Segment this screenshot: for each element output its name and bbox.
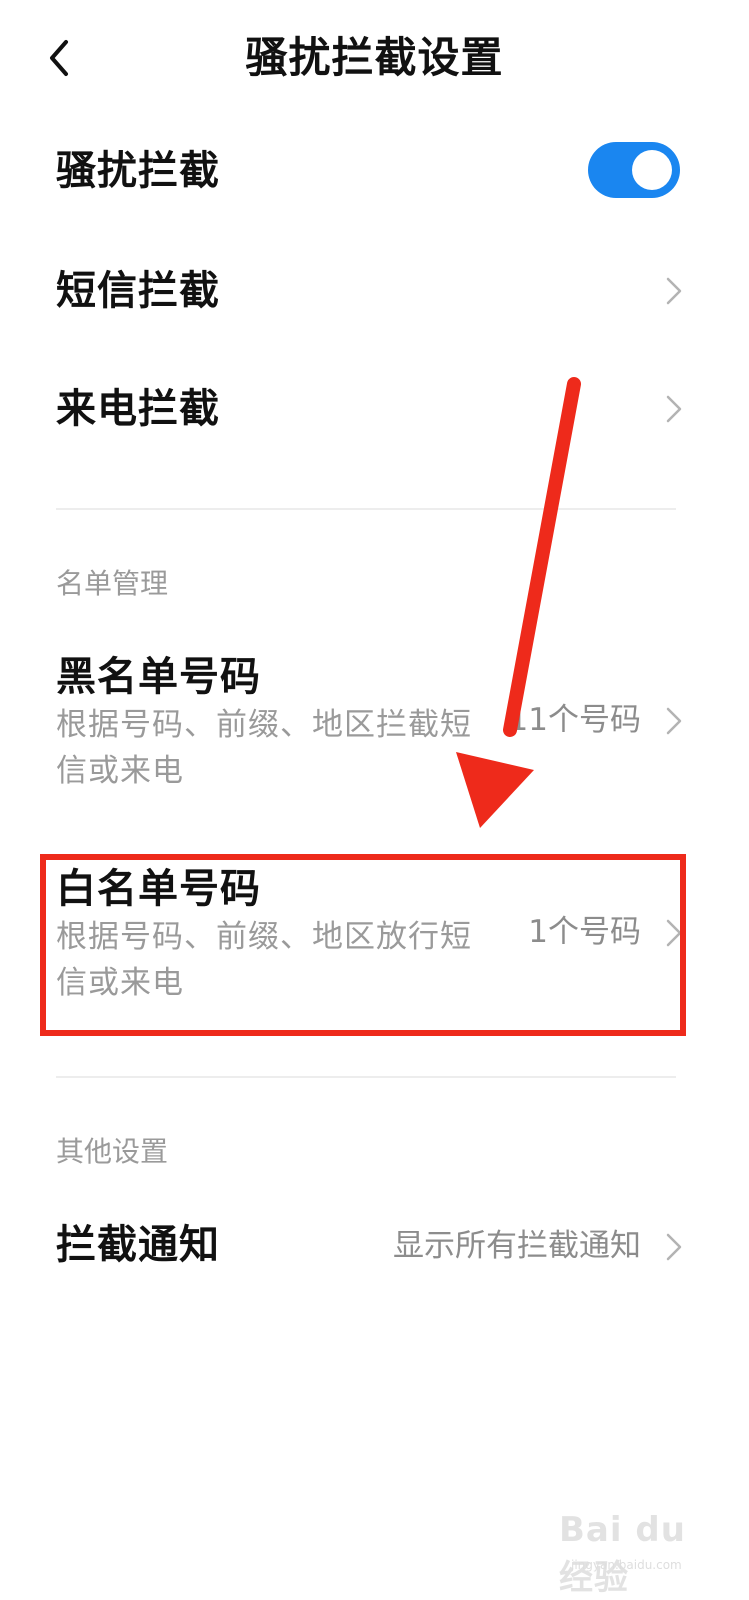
chevron-right-icon xyxy=(666,395,682,423)
baidu-watermark: Bai du 经验 jingyan.baidu.com xyxy=(559,1496,699,1598)
chevron-right-icon xyxy=(666,1233,682,1261)
section-divider xyxy=(56,1076,676,1078)
section-label-list-management: 名单管理 xyxy=(56,567,169,600)
watermark-text: Bai du 经验 xyxy=(559,1510,686,1598)
notification-row[interactable]: 拦截通知 显示所有拦截通知 xyxy=(0,1212,749,1282)
sms-block-label: 短信拦截 xyxy=(56,268,220,314)
section-label-other-settings: 其他设置 xyxy=(56,1135,169,1168)
chevron-right-icon xyxy=(666,919,682,947)
watermark-url: jingyan.baidu.com xyxy=(571,1558,682,1572)
blacklist-row[interactable]: 黑名单号码 根据号码、前缀、地区拦截短信或来电 11个号码 xyxy=(0,650,749,800)
call-block-label: 来电拦截 xyxy=(56,386,220,432)
interception-toggle[interactable] xyxy=(588,142,680,198)
header-bar: 骚扰拦截设置 xyxy=(0,0,749,120)
blacklist-count: 11个号码 xyxy=(508,702,641,738)
whitelist-count: 1个号码 xyxy=(528,914,641,950)
whitelist-subtitle: 根据号码、前缀、地区放行短信或来电 xyxy=(56,919,472,1001)
toggle-knob xyxy=(632,150,672,190)
sms-block-row[interactable]: 短信拦截 xyxy=(0,256,749,326)
chevron-right-icon xyxy=(666,707,682,735)
notification-value: 显示所有拦截通知 xyxy=(393,1228,641,1264)
whitelist-title: 白名单号码 xyxy=(56,866,261,912)
call-block-row[interactable]: 来电拦截 xyxy=(0,374,749,444)
notification-title: 拦截通知 xyxy=(56,1222,220,1268)
section-divider xyxy=(56,508,676,510)
blacklist-title: 黑名单号码 xyxy=(56,654,261,700)
red-arrow-annotation xyxy=(456,377,581,828)
whitelist-row[interactable]: 白名单号码 根据号码、前缀、地区放行短信或来电 1个号码 xyxy=(0,862,749,1012)
page-title: 骚扰拦截设置 xyxy=(245,33,504,82)
interception-label: 骚扰拦截 xyxy=(56,148,220,194)
chevron-right-icon xyxy=(666,277,682,305)
blacklist-subtitle: 根据号码、前缀、地区拦截短信或来电 xyxy=(56,707,472,789)
